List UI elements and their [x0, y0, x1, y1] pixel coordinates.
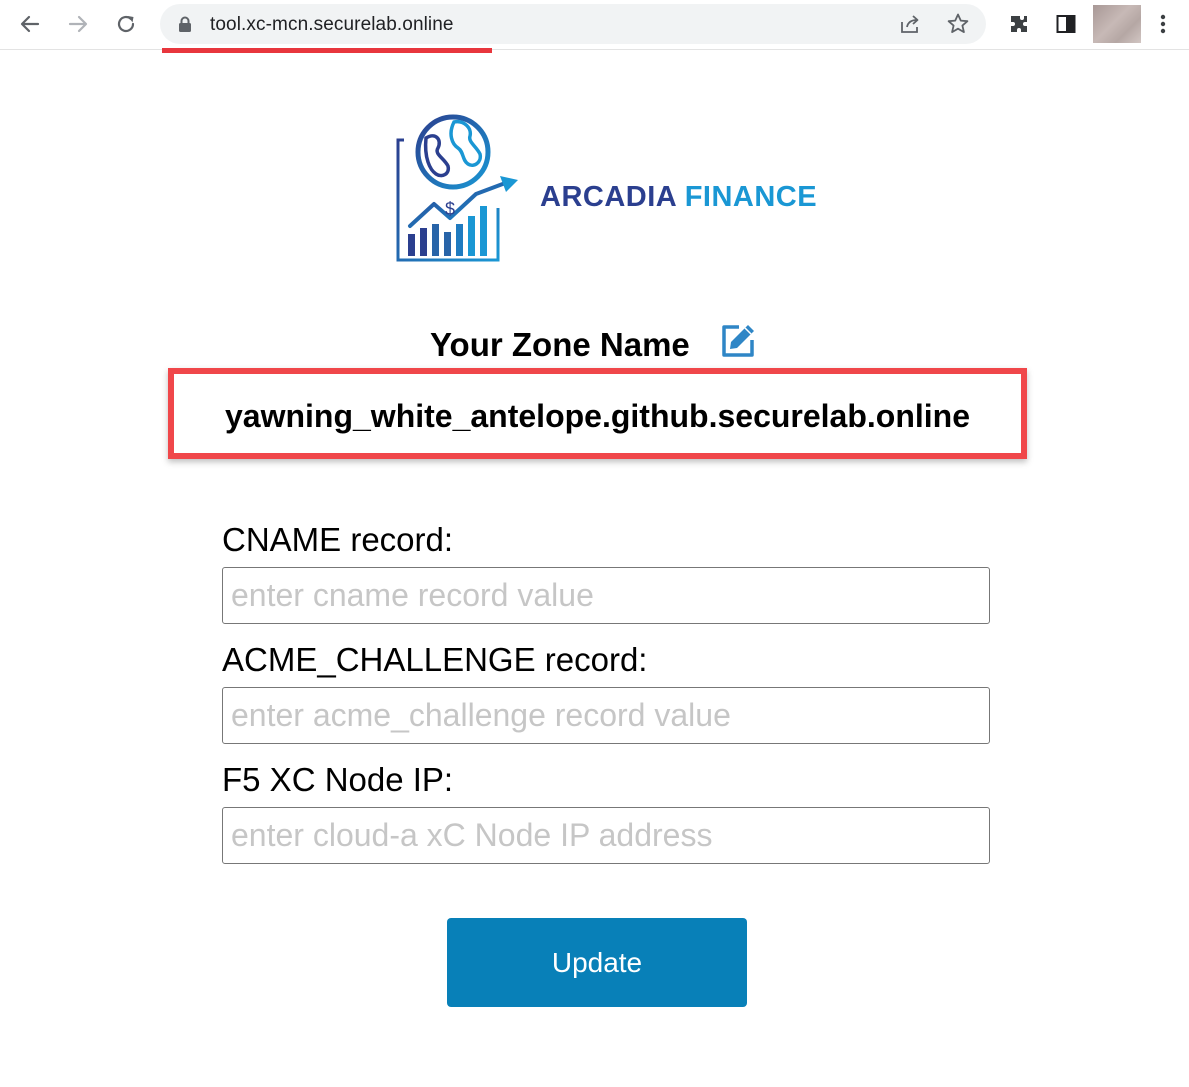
extensions-icon[interactable] [1001, 6, 1037, 42]
cname-input[interactable] [222, 567, 990, 624]
brand-name: ARCADIA FINANCE [540, 181, 817, 214]
zone-name-highlight: yawning_white_antelope.github.securelab.… [168, 368, 1027, 459]
cname-label: CNAME record: [222, 521, 454, 558]
update-button[interactable]: Update [447, 918, 747, 1007]
star-icon[interactable] [946, 12, 970, 41]
brand-word-finance: FINANCE [684, 181, 818, 213]
arcadia-logo-icon: $ [392, 108, 522, 266]
acme-challenge-input[interactable] [222, 687, 990, 744]
svg-text:$: $ [445, 199, 455, 219]
zone-name-value: yawning_white_antelope.github.securelab.… [224, 398, 970, 434]
zone-title: Your Zone Name [430, 326, 690, 363]
share-icon[interactable] [898, 12, 922, 41]
lock-icon[interactable] [178, 16, 192, 38]
kebab-menu-icon[interactable] [1145, 6, 1181, 42]
edit-icon[interactable] [719, 322, 757, 365]
node-ip-input[interactable] [222, 807, 990, 864]
url-highlight-underline [162, 48, 492, 53]
back-arrow-icon[interactable] [12, 6, 48, 42]
profile-avatar[interactable] [1093, 5, 1141, 43]
acme-challenge-label: ACME_CHALLENGE record: [222, 641, 648, 678]
reload-icon[interactable] [108, 6, 144, 42]
url-text[interactable]: tool.xc-mcn.securelab.online [210, 14, 454, 36]
browser-toolbar: tool.xc-mcn.securelab.online [0, 0, 1189, 53]
forward-arrow-icon[interactable] [60, 6, 96, 42]
address-bar[interactable]: tool.xc-mcn.securelab.online [160, 4, 986, 44]
brand-word-arcadia: ARCADIA [540, 181, 677, 213]
side-panel-icon[interactable] [1048, 6, 1084, 42]
node-ip-label: F5 XC Node IP: [222, 761, 454, 798]
